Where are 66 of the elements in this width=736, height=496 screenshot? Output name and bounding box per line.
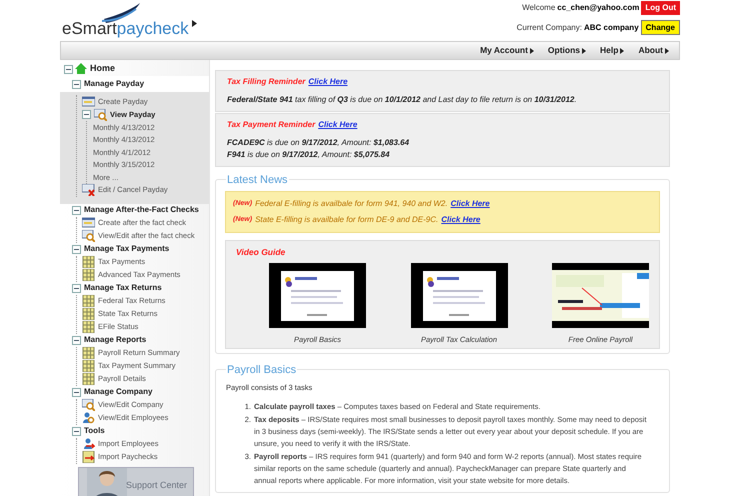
table-icon [82,269,95,281]
collapse-icon[interactable] [72,206,81,214]
collapse-icon[interactable] [64,64,73,74]
welcome-label: Welcome [522,2,556,14]
menu-item[interactable]: My Account [480,44,534,57]
reminder-text: FCADE9C is due on 9/17/2012, Amount: $1,083.64 [227,137,410,149]
table-icon [82,308,95,320]
person-arrow-icon [82,438,95,450]
tree-section[interactable]: Tools [84,425,105,437]
company-name: ABC company [584,22,639,34]
form-icon [82,217,95,229]
magnifier-form-icon [94,108,107,120]
collapse-icon[interactable] [72,426,81,436]
tree-item[interactable]: Home [90,62,116,76]
magnifier-form-icon [82,230,95,242]
logo-text: paycheck [116,20,189,37]
tree-section[interactable]: Manage Reports [84,334,146,346]
menu-item[interactable]: Help [600,44,624,57]
logout-button[interactable]: Log Out [641,1,680,15]
caret-icon [530,48,534,54]
caret-icon [582,48,586,54]
table-icon [82,347,95,359]
form-cross-icon [82,184,95,196]
magnifier-form-icon [82,399,95,411]
collapse-icon[interactable] [72,244,81,254]
menu-item[interactable]: Options [548,44,586,57]
table-arrow-icon [82,451,95,463]
click-here-link[interactable]: Click Here [318,119,358,131]
tree-section[interactable]: Manage After-the-Fact Checks [84,204,199,216]
reminder-title: Tax Payment Reminder [227,119,316,131]
home-icon [75,63,88,75]
reminder-text: Federal/State 941 tax filling of Q3 is due on 10/1/2012 and Last day to file return is on 10/31/2012. [227,94,578,106]
tree-section[interactable]: Manage Tax Returns [84,282,162,294]
collapse-icon[interactable] [72,284,81,292]
person-magnifier-icon [82,412,95,424]
logo-swoosh-icon [102,3,140,23]
menu-item[interactable]: About [638,44,669,57]
collapse-icon[interactable] [72,336,81,344]
section-title: Payroll Basics [226,362,298,378]
reminder-title: Tax Filling Reminder [227,76,306,88]
tree-section[interactable]: Manage Tax Payments [84,243,170,255]
table-icon [82,360,95,372]
click-here-link[interactable]: Click Here [450,198,490,210]
click-here-link[interactable]: Click Here [308,76,348,88]
banner-label: Support Center [126,478,187,492]
caret-icon [620,48,624,54]
tree-section[interactable]: Manage Company [84,386,152,398]
caret-icon [665,48,669,54]
news-text: State E-filling is availbale for form DE-9 and DE-9C. [255,214,438,226]
collapse-icon[interactable] [72,388,81,396]
table-icon [82,295,95,307]
collapse-icon[interactable] [82,110,91,119]
caret-icon [192,20,197,27]
change-button[interactable]: Change [640,20,680,35]
reminder-text: F941 is due on 9/17/2012, Amount: $5,075.84 [227,149,391,161]
form-icon [82,96,95,108]
user-email: cc_chen@yahoo.com [557,2,640,14]
table-icon [82,321,95,333]
collapse-icon[interactable] [72,80,81,88]
click-here-link[interactable]: Click Here [441,214,480,226]
table-icon [82,256,95,268]
news-text: Federal E-filling is availbale for form 941, 940 and W2. [255,198,448,210]
company-label: Current Company: [516,22,582,34]
video-guide-title: Video Guide [236,246,286,259]
logo-text: eSmart [62,20,117,37]
table-icon [82,373,95,385]
